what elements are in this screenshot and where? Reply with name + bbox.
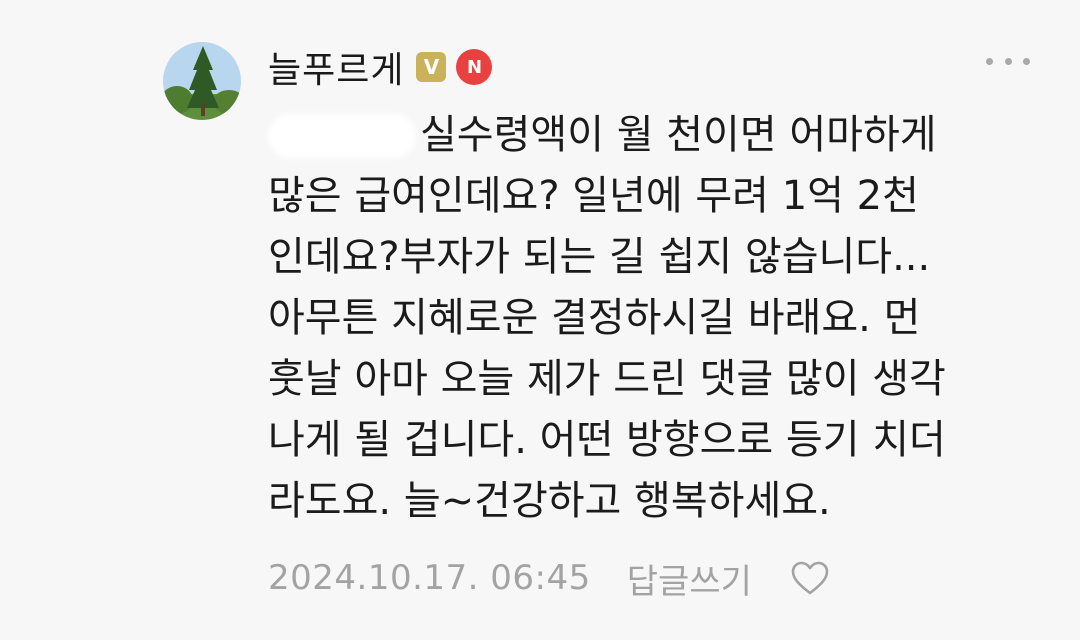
heart-outline-icon[interactable] [790, 560, 830, 596]
comment-body: 실수령액이 월 천이면 어마하게 많은 급여인데요? 일년에 무려 1억 2천 … [268, 105, 1048, 532]
more-dot [1004, 57, 1012, 65]
more-dot [1023, 57, 1030, 65]
comment-line: 실수령액이 월 천이면 어마하게 [420, 112, 937, 158]
comment-line: 훗날 아마 오늘 제가 드린 댓글 많이 생각 [268, 356, 946, 402]
comment-footer: 2024.10.17. 06:45 답글쓰기 [268, 554, 830, 602]
comment-line: 아무튼 지혜로운 결정하시길 바래요. 먼 [268, 295, 921, 341]
comment-line: 라도요. 늘~건강하고 행복하세요. [268, 478, 831, 524]
avatar-image [163, 42, 241, 120]
comment-line: 인데요?부자가 되는 길 쉽지 않습니다... [268, 234, 931, 280]
avatar[interactable] [163, 42, 241, 120]
comment-item: 늘푸르게 V N 실수령액이 월 천이면 어마하게 많은 급여인데요? 일년에 … [0, 0, 1080, 640]
comment-date: 2024.10.17. 06:45 [268, 558, 591, 598]
more-dot [986, 57, 993, 65]
comment-line: 많은 급여인데요? 일년에 무려 1억 2천 [268, 173, 919, 219]
reply-button[interactable]: 답글쓰기 [627, 554, 752, 603]
verified-badge-icon: V [416, 52, 447, 82]
more-horizontal-icon[interactable] [986, 48, 1030, 74]
author-name[interactable]: 늘푸르게 [268, 41, 404, 93]
author-row: 늘푸르게 V N [268, 40, 493, 94]
n-badge-icon: N [456, 49, 493, 85]
comment-line: 나게 될 겁니다. 어떤 방향으로 등기 치더 [268, 417, 946, 463]
